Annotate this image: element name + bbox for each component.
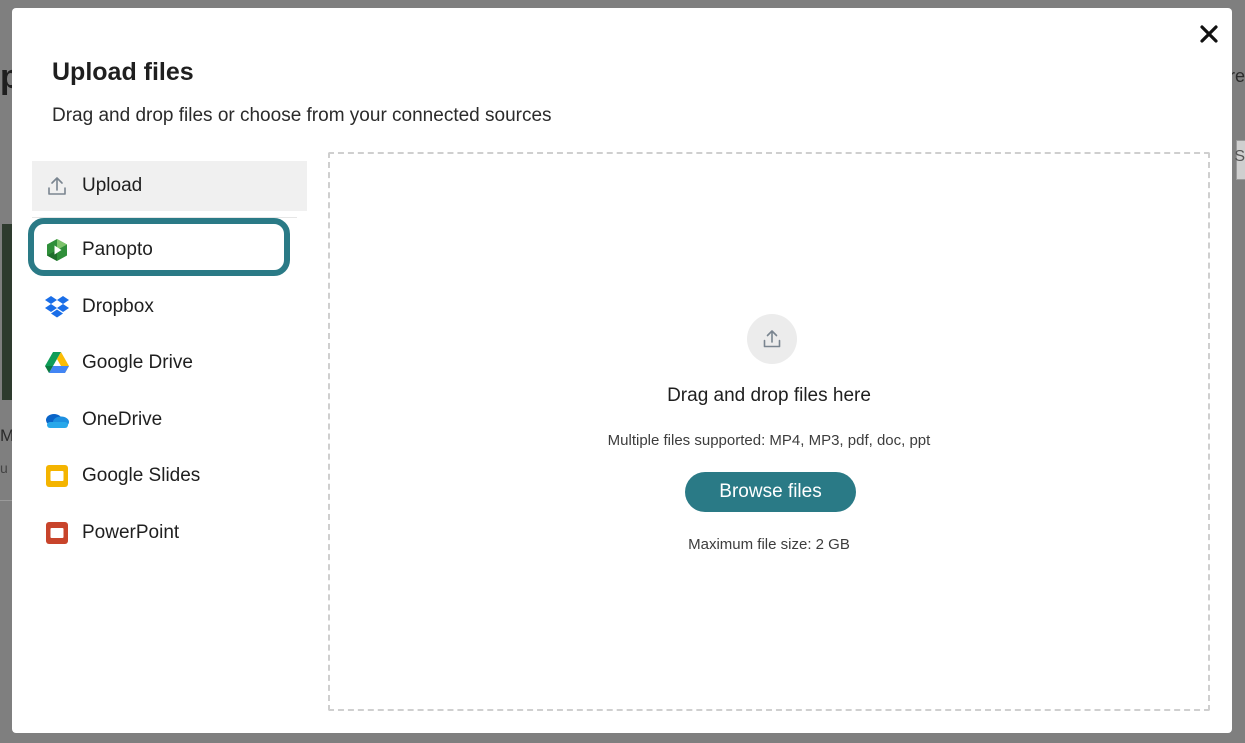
source-item-panopto[interactable]: Panopto [28,218,307,279]
close-button[interactable] [1195,20,1223,48]
dialog-subtitle: Drag and drop files or choose from your … [52,105,552,126]
source-item-label: Google Slides [82,465,201,487]
google-slides-icon [44,463,70,489]
upload-dialog: Upload files Drag and drop files or choo… [12,8,1232,733]
background-input-letter: S [1234,148,1245,165]
powerpoint-icon [44,520,70,546]
source-item-label: PowerPoint [82,521,180,543]
dialog-title: Upload files [52,58,194,86]
drop-zone-title: Drag and drop files here [667,385,871,406]
drop-zone[interactable]: Drag and drop files here Multiple files … [328,152,1210,711]
source-item-label: Upload [82,175,143,196]
browse-files-button[interactable]: Browse files [685,472,856,512]
close-icon [1200,25,1218,43]
source-list: Upload Panopto Dropbox Google Drive OneD… [28,161,307,562]
upload-icon [44,173,70,199]
source-item-dropbox[interactable]: Dropbox [32,279,307,336]
max-file-size: Maximum file size: 2 GB [688,536,850,553]
google-drive-icon [44,350,70,376]
source-item-powerpoint[interactable]: PowerPoint [32,505,307,562]
source-item-google-slides[interactable]: Google Slides [32,448,307,505]
source-item-label: OneDrive [82,408,163,430]
onedrive-icon [44,407,70,433]
source-item-label: Google Drive [82,352,193,374]
background-divider [0,500,12,501]
source-item-upload[interactable]: Upload [32,161,307,211]
focus-ring [28,218,290,276]
source-item-label: Dropbox [82,295,154,317]
source-item-onedrive[interactable]: OneDrive [32,392,307,449]
upload-icon [747,314,797,364]
dropbox-icon [44,294,70,320]
background-meta-fragment: u [0,460,8,476]
source-item-google-drive[interactable]: Google Drive [32,335,307,392]
supported-formats: Multiple files supported: MP4, MP3, pdf,… [607,432,931,449]
